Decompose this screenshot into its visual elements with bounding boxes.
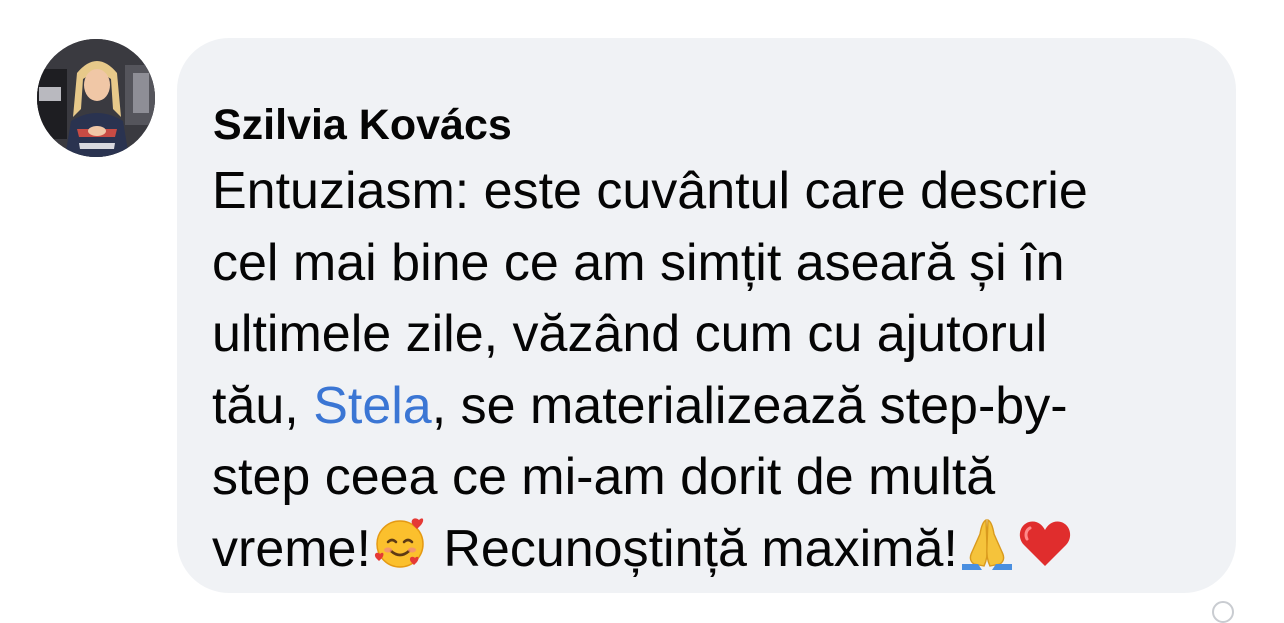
- comment-text: , se materializează step-by-: [431, 376, 1068, 435]
- avatar[interactable]: [37, 39, 155, 157]
- comment-body: Entuziasm: este cuvântul care descrie ce…: [212, 156, 1216, 585]
- mention-link[interactable]: Stela: [313, 377, 432, 435]
- folded-hands-icon: [958, 514, 1016, 572]
- comment-line: ultimele zile, văzând cum cu ajutorul: [212, 305, 1048, 363]
- smiling-face-with-hearts-icon: [371, 514, 429, 572]
- comment-author[interactable]: Szilvia Kovács: [213, 102, 1216, 148]
- comment-line: Entuziasm: este cuvântul care descrie: [212, 162, 1088, 220]
- comment-line: vreme! Recunoștință maximă!: [212, 514, 1216, 586]
- comment-line: tău, Stela, se materializează step-by-: [212, 371, 1216, 443]
- comment-bubble: Szilvia Kovács Entuziasm: este cuvântul …: [177, 38, 1236, 593]
- reaction-indicator: [1212, 601, 1234, 623]
- comment-text: vreme!: [212, 519, 371, 578]
- comment-line: step ceea ce mi-am dorit de multă: [212, 448, 996, 506]
- comment-line: cel mai bine ce am simțit aseară și în: [212, 233, 1065, 292]
- comment-text: Recunoștință maximă!: [428, 519, 958, 578]
- comment-text: tău,: [212, 376, 314, 435]
- red-heart-icon: [1016, 514, 1074, 572]
